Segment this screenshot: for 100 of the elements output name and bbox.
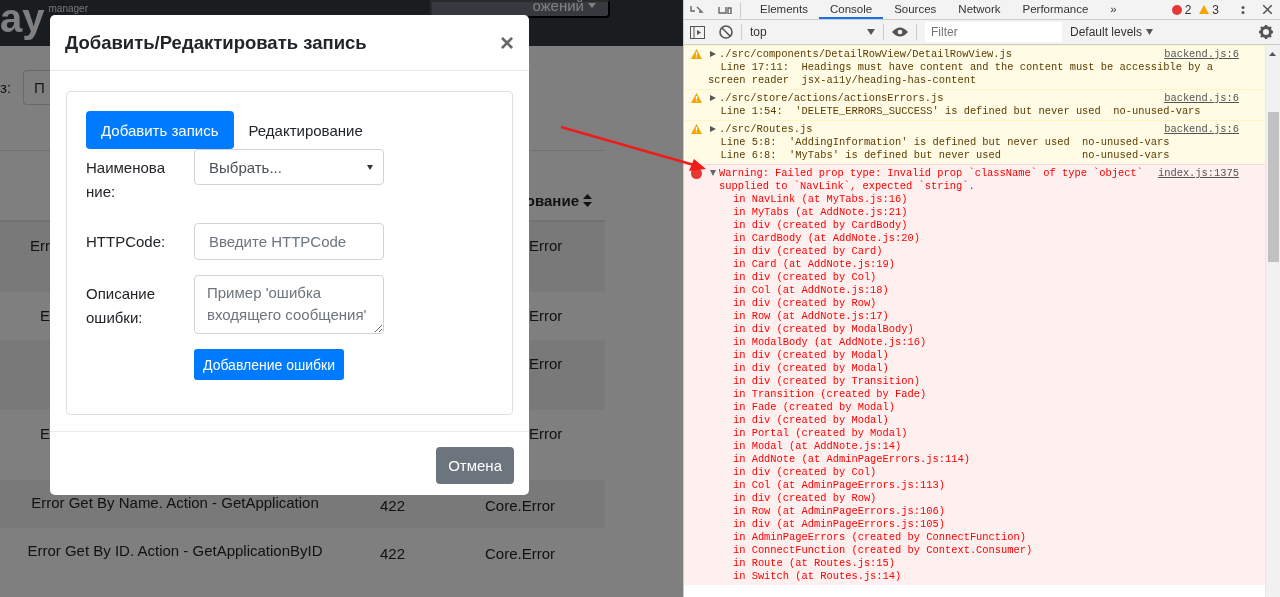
stack-line: in Portal (created by Modal) xyxy=(731,427,909,440)
stack-line: in div (created by Col) xyxy=(731,271,878,284)
caret-icon xyxy=(867,29,875,35)
table-cell-text: Error Get By Name. Action - GetApplication xyxy=(30,493,320,513)
context-select[interactable]: top xyxy=(750,25,875,39)
warning-icon xyxy=(1199,5,1210,14)
input-field[interactable]: Введите HTTPCode xyxy=(194,223,384,260)
caret-icon xyxy=(588,3,596,8)
tab[interactable]: Редактирование xyxy=(233,111,378,149)
stack-line: in Transition (created by Fade) xyxy=(731,388,928,401)
message-text: ./src/components/DetailRowView/DetailRowView.js xyxy=(719,48,1014,61)
caret-icon xyxy=(1146,29,1154,35)
device-icon[interactable] xyxy=(718,5,732,14)
devtools-tab[interactable]: Network xyxy=(947,0,1012,19)
table-cell-text: E xyxy=(39,306,50,326)
stack-line: in Route (at Routes.js:15) xyxy=(731,557,897,570)
message-line: Line 5:8: 'AddingInformation' is defined but never used no-unused-vars xyxy=(719,136,1171,149)
stack-line: in Modal (at AddNote.js:14) xyxy=(731,440,903,453)
stack-line: in NavLink (at MyTabs.js:16) xyxy=(731,193,909,206)
table-cell-text: E xyxy=(39,424,50,444)
warning-icon xyxy=(691,93,702,103)
stack-line: in div (created by Card) xyxy=(731,245,884,258)
table-cell-text: 422 xyxy=(379,496,406,516)
stack-line: in ConnectFunction (created by Context.Consumer) xyxy=(731,544,1034,557)
warning-icon xyxy=(691,124,702,134)
stack-line: in div (created by Col) xyxy=(731,466,878,479)
message-line: Line 17:11: Headings must have content and the content must be accessible by a screen reader jsx-a11y/heading-has-content xyxy=(708,61,1215,87)
stack-line: in Row (at AddNote.js:17) xyxy=(731,310,890,323)
expand-triangle-icon[interactable] xyxy=(710,126,716,132)
source-link[interactable]: backend.js:6 xyxy=(1164,48,1239,61)
stack-line: in Row (at AdminPageErrors.js:106) xyxy=(731,505,946,518)
stack-line: in Col (at AdminPageErrors.js:113) xyxy=(731,479,946,492)
settings-icon[interactable] xyxy=(1259,25,1273,39)
sidebar-icon[interactable] xyxy=(690,25,705,39)
stack-line: in div (created by Row) xyxy=(731,492,878,505)
scroll-up-icon[interactable] xyxy=(1269,52,1276,56)
message-line: Line 1:54: 'DELETE_ERRORS_SUCCESS' is defined but never used no-unused-vars xyxy=(719,105,1202,118)
stack-line: in MyTabs (at AddNote.js:21) xyxy=(731,206,909,219)
message-text: Warning: Failed prop type: Invalid prop `className` of type `object` supplied to `NavLink`, expected `string`. xyxy=(719,167,1144,193)
more-icon[interactable] xyxy=(1241,5,1245,14)
textarea-field[interactable]: Пример 'ошибка входящего сообщения' xyxy=(194,275,384,334)
source-link[interactable]: index.js:1375 xyxy=(1157,167,1239,180)
stack-line: in Col (at AddNote.js:18) xyxy=(731,284,890,297)
select-field[interactable]: Выбрать... xyxy=(194,149,384,185)
devtools-tab[interactable]: Elements xyxy=(749,0,819,19)
source-link[interactable]: backend.js:6 xyxy=(1164,123,1239,136)
table-cell-text: Error Get By ID. Action - GetApplicationByID xyxy=(26,541,324,561)
close-button[interactable]: × xyxy=(500,28,514,57)
stack-line: in div (created by Transition) xyxy=(731,375,921,388)
eye-icon[interactable] xyxy=(892,27,908,37)
source-link[interactable]: backend.js:6 xyxy=(1164,92,1239,105)
expand-triangle-icon[interactable] xyxy=(710,170,716,176)
warning-count[interactable]: 3 xyxy=(1212,2,1219,17)
error-count[interactable]: 2 xyxy=(1184,2,1192,17)
more-tabs-button[interactable]: » xyxy=(1099,0,1128,19)
caret-icon xyxy=(367,164,373,170)
cancel-button[interactable]: Отмена xyxy=(436,447,514,484)
error-icon xyxy=(1171,4,1182,15)
tab[interactable]: Добавить запись xyxy=(86,111,234,149)
clear-icon[interactable] xyxy=(719,25,733,39)
inspect-icon[interactable] xyxy=(690,5,704,14)
stack-line: in ModalBody (at AddNote.js:16) xyxy=(731,336,928,349)
message-text: ./src/Routes.js xyxy=(719,123,814,136)
scrollbar[interactable] xyxy=(1265,45,1280,597)
table-cell-text: 422 xyxy=(379,544,406,564)
table-cell-text: Core.Error xyxy=(484,496,556,516)
modal-title: Добавить/Редактировать запись xyxy=(65,31,367,54)
stack-line: in Switch (at Routes.js:14) xyxy=(731,570,903,583)
field-label: HTTPCode: xyxy=(86,232,166,252)
filter-field[interactable]: Filter xyxy=(925,22,1062,42)
submit-button[interactable]: Добавление ошибки xyxy=(194,349,344,380)
field-label: Описание ошибки: xyxy=(86,284,157,328)
stack-line: in div (created by Modal) xyxy=(731,349,890,362)
expand-triangle-icon[interactable] xyxy=(710,51,716,57)
devtools-tab[interactable]: Performance xyxy=(1011,0,1100,19)
stack-line: in div (created by Modal) xyxy=(731,362,890,375)
table-cell-text: Error xyxy=(529,236,563,256)
filter-label: з: xyxy=(0,79,12,96)
filter-field[interactable]: П xyxy=(23,70,52,105)
logo: ay xyxy=(0,0,45,38)
select-value: Выбрать... xyxy=(209,158,282,176)
sort-icon xyxy=(583,194,592,207)
stack-line: in Card (at AddNote.js:19) xyxy=(731,258,897,271)
context-value: top xyxy=(750,25,767,39)
stack-line: in CardBody (at AddNote.js:20) xyxy=(731,232,921,245)
stack-line: in div (created by CardBody) xyxy=(731,219,909,232)
close-icon[interactable] xyxy=(1263,5,1272,14)
logo-caption: manager xyxy=(48,3,88,14)
message-text: ./src/store/actions/actionsErrors.js xyxy=(719,92,945,105)
stack-line: in Fade (created by Modal) xyxy=(731,401,897,414)
stack-line: in AddNote (at AdminPageErrors.js:114) xyxy=(731,453,971,466)
stack-line: in div (created by Modal) xyxy=(731,414,890,427)
scrollbar-thumb[interactable] xyxy=(1268,112,1279,262)
stack-line: in div (at AdminPageErrors.js:105) xyxy=(731,518,946,531)
stack-line: in AdminPageErrors (created by ConnectFunction) xyxy=(731,531,1027,544)
stack-line: in div (created by ModalBody) xyxy=(731,323,915,336)
stack-line: in div (created by Row) xyxy=(731,297,878,310)
expand-triangle-icon[interactable] xyxy=(710,95,716,101)
devtools-tab[interactable]: Sources xyxy=(883,0,948,19)
message-line: Line 6:8: 'MyTabs' is defined but never used no-unused-vars xyxy=(719,149,1171,162)
